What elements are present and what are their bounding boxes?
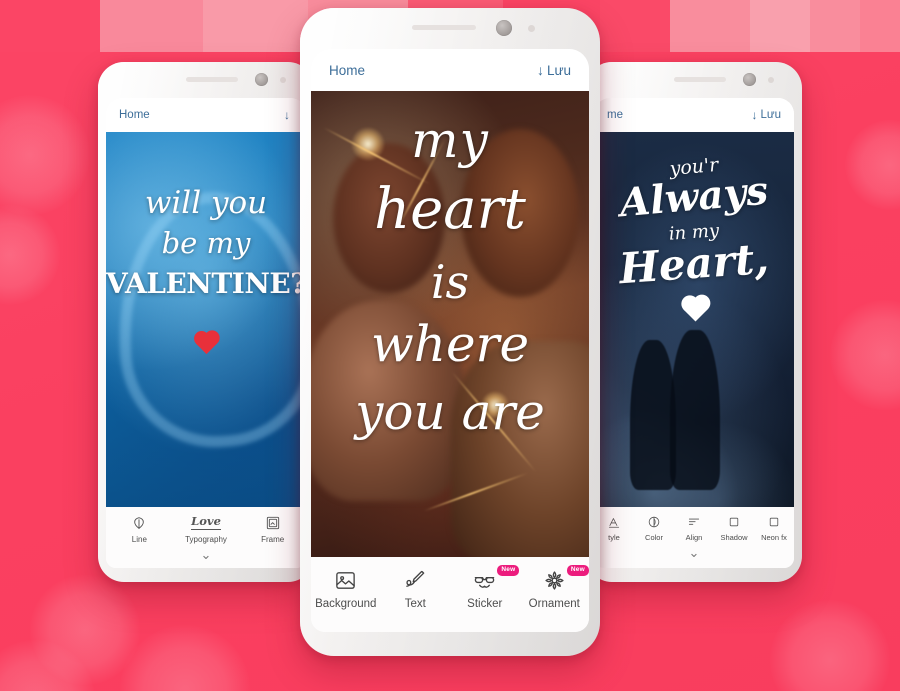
left-expand-chevron[interactable]: ⌄: [201, 547, 212, 563]
new-badge: New: [566, 565, 589, 576]
tool-tyle[interactable]: tyle: [594, 515, 634, 542]
left-tool-row: Line Love Typography Frame: [106, 515, 306, 544]
center-save-label: Lưu: [546, 62, 571, 78]
top-band: [750, 0, 810, 52]
top-band: [203, 0, 308, 52]
tool-frame[interactable]: Frame: [239, 515, 306, 544]
download-arrow-icon: ↓: [284, 108, 290, 122]
tool-sticker[interactable]: Sticker New: [450, 565, 520, 610]
top-band: [0, 0, 100, 52]
top-band: [670, 0, 750, 52]
right-save-label: Lưu: [760, 109, 782, 121]
square-shadow-icon: [727, 515, 741, 529]
pen-text-icon: [404, 569, 427, 592]
tool-shadow[interactable]: Shadow: [714, 515, 754, 542]
tool-neon-fx[interactable]: Neon fx: [754, 515, 794, 542]
tool-label: Frame: [261, 535, 285, 544]
proximity-sensor-icon: [280, 77, 286, 83]
tool-color[interactable]: Color: [634, 515, 674, 542]
top-band: [860, 0, 900, 52]
right-expand-chevron[interactable]: ⌄: [689, 545, 700, 561]
tool-label: Align: [685, 533, 703, 542]
tool-label: Color: [645, 533, 663, 542]
tool-background[interactable]: Background: [311, 569, 381, 610]
top-band: [100, 0, 203, 52]
right-heart-decoration: [683, 292, 709, 322]
image-icon: [334, 569, 357, 592]
leaf-line-icon: [131, 515, 147, 531]
right-toolbar: tyle Color Align Shadow Neon fx ⌄: [594, 507, 794, 568]
center-canvas-area[interactable]: my heart is where you are: [311, 91, 589, 557]
man-head: [461, 129, 579, 297]
tool-label: Line: [131, 535, 147, 544]
left-save-button[interactable]: ↓: [284, 108, 293, 122]
flower-ornament-icon: [543, 569, 566, 592]
speaker-grill: [412, 25, 476, 30]
tool-label: Neon fx: [761, 533, 787, 542]
glasses-mustache-icon: [473, 569, 496, 592]
tool-text[interactable]: Text: [381, 569, 451, 610]
left-canvas-area[interactable]: will you be my VALENTINE?: [106, 132, 306, 507]
top-band: [600, 0, 670, 52]
speaker-grill: [186, 77, 238, 82]
tool-line[interactable]: Line: [106, 515, 173, 544]
woman-fur-collar: [311, 301, 465, 501]
left-appbar-home-title[interactable]: Home: [119, 109, 150, 121]
script-love-icon: Love: [191, 514, 221, 530]
align-lines-icon: [687, 515, 701, 529]
tool-label: tyle: [608, 533, 620, 542]
tool-label: Text: [404, 598, 426, 610]
square-neon-icon: [767, 515, 781, 529]
sparkler-bokeh: [481, 391, 509, 419]
tool-label: Ornament: [528, 598, 580, 610]
tool-typography[interactable]: Love Typography: [173, 515, 240, 544]
front-camera-icon: [255, 73, 268, 86]
proximity-sensor-icon: [528, 25, 535, 32]
top-band: [810, 0, 860, 52]
center-save-button[interactable]: ↓ Lưu: [537, 62, 571, 78]
screenshot-stage: Home ↓ will you be my VALENTINE? Line Lov…: [0, 0, 900, 691]
valentine-blue-artwork: [106, 132, 306, 507]
tool-label: Sticker: [467, 598, 503, 610]
color-circle-icon: [647, 515, 661, 529]
center-appbar: Home ↓ Lưu: [311, 49, 589, 91]
left-appbar: Home ↓: [106, 98, 306, 132]
tool-label: Shadow: [720, 533, 748, 542]
center-phone: Home ↓ Lưu my heart is where you are Bac…: [300, 8, 600, 656]
left-toolbar: Line Love Typography Frame ⌄: [106, 507, 306, 568]
center-tool-row: Background Text Sticker New Ornament New: [311, 565, 590, 610]
right-phone: me ↓ Lưu you'r Always in my Heart, tyle …: [586, 62, 802, 582]
front-camera-icon: [496, 20, 512, 36]
frame-icon: [265, 515, 281, 531]
center-toolbar: Background Text Sticker New Ornament New: [311, 557, 589, 632]
speaker-grill: [674, 77, 726, 82]
download-arrow-icon: ↓: [536, 62, 544, 78]
left-phone-screen: Home ↓ will you be my VALENTINE? Line Lov…: [106, 98, 306, 568]
proximity-sensor-icon: [768, 77, 774, 83]
right-appbar: me ↓ Lưu: [594, 98, 794, 132]
tool-ornament[interactable]: Ornament New: [520, 565, 590, 610]
tool-align[interactable]: Align: [674, 515, 714, 542]
center-appbar-home-title[interactable]: Home: [329, 63, 365, 78]
man-coat: [451, 341, 589, 557]
right-canvas-area[interactable]: you'r Always in my Heart,: [594, 132, 794, 507]
new-badge: New: [497, 565, 520, 576]
front-camera-icon: [743, 73, 756, 86]
right-phone-screen: me ↓ Lưu you'r Always in my Heart, tyle …: [594, 98, 794, 568]
letter-a-style-icon: [607, 515, 621, 529]
couple-silhouette: [670, 330, 720, 490]
left-phone: Home ↓ will you be my VALENTINE? Line Lov…: [98, 62, 314, 582]
center-phone-screen: Home ↓ Lưu my heart is where you are Bac…: [311, 49, 589, 632]
tool-label: Typography: [185, 535, 227, 544]
right-save-button[interactable]: ↓ Lưu: [752, 108, 782, 122]
left-heart-decoration: [195, 328, 218, 355]
tool-label: Background: [315, 598, 377, 610]
right-tool-row: tyle Color Align Shadow Neon fx: [594, 515, 794, 542]
right-appbar-home-title[interactable]: me: [607, 109, 623, 121]
download-arrow-icon: ↓: [751, 108, 758, 122]
